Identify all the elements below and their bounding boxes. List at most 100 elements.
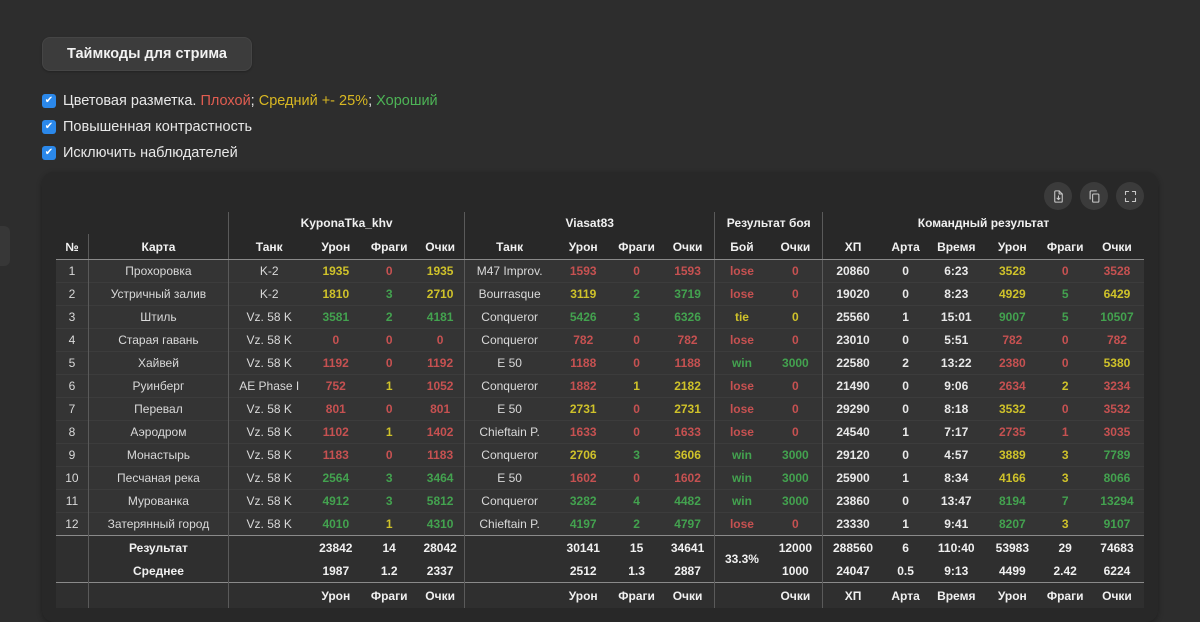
cell: 4499 <box>984 559 1040 583</box>
cell: E 50 <box>465 398 554 421</box>
option-label-part: Плохой <box>200 93 250 109</box>
cell: 0 <box>1040 352 1090 375</box>
option-row: ✔ Повышенная контрастность <box>42 114 438 140</box>
cell: win <box>715 467 769 490</box>
checkbox-checked[interactable]: ✔ <box>42 120 56 134</box>
cell: 13:47 <box>928 490 984 513</box>
cell: 0 <box>883 375 928 398</box>
cell: 0 <box>769 375 823 398</box>
cell: AE Phase I <box>229 375 310 398</box>
cell: 2182 <box>661 375 715 398</box>
cell: 0 <box>612 352 661 375</box>
cell: 8207 <box>984 513 1040 536</box>
checkbox-checked[interactable]: ✔ <box>42 146 56 160</box>
cell: 4912 <box>309 490 362 513</box>
export-file-button[interactable] <box>1044 182 1072 210</box>
cell: 2 <box>612 283 661 306</box>
cell: 0 <box>416 329 465 352</box>
cell: 0 <box>883 398 928 421</box>
cell: 5380 <box>1090 352 1144 375</box>
cell: 4181 <box>416 306 465 329</box>
cell: 1 <box>883 467 928 490</box>
cell: 4929 <box>984 283 1040 306</box>
result-row: Результат23842142804230141153464133.3%12… <box>56 536 1144 560</box>
cell: win <box>715 352 769 375</box>
checkbox-checked[interactable]: ✔ <box>42 94 56 108</box>
option-label: Повышенная контрастность <box>63 119 252 135</box>
table-row: 6РуинбергAE Phase I75211052Conqueror1882… <box>56 375 1144 398</box>
export-file-icon <box>1051 189 1066 204</box>
cell: 1 <box>56 260 88 283</box>
table-header: KyponaTka_khvViasat83Результат бояКоманд… <box>56 212 1144 260</box>
bottom-column-header: Очки <box>769 583 823 609</box>
cell: Руинберг <box>88 375 228 398</box>
cell: 2735 <box>984 421 1040 444</box>
cell: 15:01 <box>928 306 984 329</box>
cell: 1 <box>362 375 416 398</box>
table-row: 5ХайвейVz. 58 K119201192E 50118801188win… <box>56 352 1144 375</box>
cell: 28042 <box>416 536 465 560</box>
cell <box>465 559 554 583</box>
fullscreen-button[interactable] <box>1116 182 1144 210</box>
cell: Conqueror <box>465 375 554 398</box>
cell: 1935 <box>309 260 362 283</box>
cell: 4166 <box>984 467 1040 490</box>
cell: 6 <box>56 375 88 398</box>
cell: 9:13 <box>928 559 984 583</box>
cell: Conqueror <box>465 306 554 329</box>
cell: 3606 <box>661 444 715 467</box>
table-row: 2Устричный заливK-2181032710Bourrasque31… <box>56 283 1144 306</box>
cell: 7789 <box>1090 444 1144 467</box>
cell: 23010 <box>823 329 883 352</box>
fullscreen-icon <box>1123 189 1138 204</box>
cell: lose <box>715 421 769 444</box>
cell: Vz. 58 K <box>229 329 310 352</box>
cell: 2 <box>883 352 928 375</box>
cell: lose <box>715 329 769 352</box>
cell: 3000 <box>769 490 823 513</box>
cell: 288560 <box>823 536 883 560</box>
cell: 0 <box>362 329 416 352</box>
left-edge-tab[interactable] <box>0 226 10 266</box>
cell: 1188 <box>661 352 715 375</box>
cell: 8194 <box>984 490 1040 513</box>
cell <box>229 559 310 583</box>
table-row: 7ПеревалVz. 58 K8010801E 50273102731lose… <box>56 398 1144 421</box>
table-row: 8АэродромVz. 58 K110211402Chieftain P.16… <box>56 421 1144 444</box>
cell: 0 <box>362 352 416 375</box>
cell: 6224 <box>1090 559 1144 583</box>
cell: 19020 <box>823 283 883 306</box>
cell: K-2 <box>229 283 310 306</box>
option-label: Цветовая разметка. Плохой; Средний +- 25… <box>63 93 438 109</box>
cell: Устричный залив <box>88 283 228 306</box>
column-header: Танк <box>465 234 554 260</box>
bottom-column-header <box>229 583 310 609</box>
cell: lose <box>715 375 769 398</box>
cell: 8:23 <box>928 283 984 306</box>
cell: 2634 <box>984 375 1040 398</box>
cell <box>465 536 554 560</box>
cell: 3581 <box>309 306 362 329</box>
cell: 3889 <box>984 444 1040 467</box>
cell: 5812 <box>416 490 465 513</box>
cell: 0 <box>769 513 823 536</box>
cell: 782 <box>1090 329 1144 352</box>
cell: 30141 <box>554 536 612 560</box>
cell: 5 <box>56 352 88 375</box>
cell: 12000 <box>769 536 823 560</box>
column-header: Время <box>928 234 984 260</box>
timecodes-button[interactable]: Таймкоды для стрима <box>42 37 252 71</box>
bottom-column-header: Фраги <box>1040 583 1090 609</box>
option-row: ✔ Цветовая разметка. Плохой; Средний +- 2… <box>42 88 438 114</box>
copy-button[interactable] <box>1080 182 1108 210</box>
cell: 6429 <box>1090 283 1144 306</box>
cell: 1 <box>612 375 661 398</box>
column-header: Фраги <box>612 234 661 260</box>
cell: 15 <box>612 536 661 560</box>
cell: 3000 <box>769 352 823 375</box>
cell <box>229 536 310 560</box>
cell: 6:23 <box>928 260 984 283</box>
cell: E 50 <box>465 467 554 490</box>
cell: 3528 <box>984 260 1040 283</box>
cell: 23860 <box>823 490 883 513</box>
